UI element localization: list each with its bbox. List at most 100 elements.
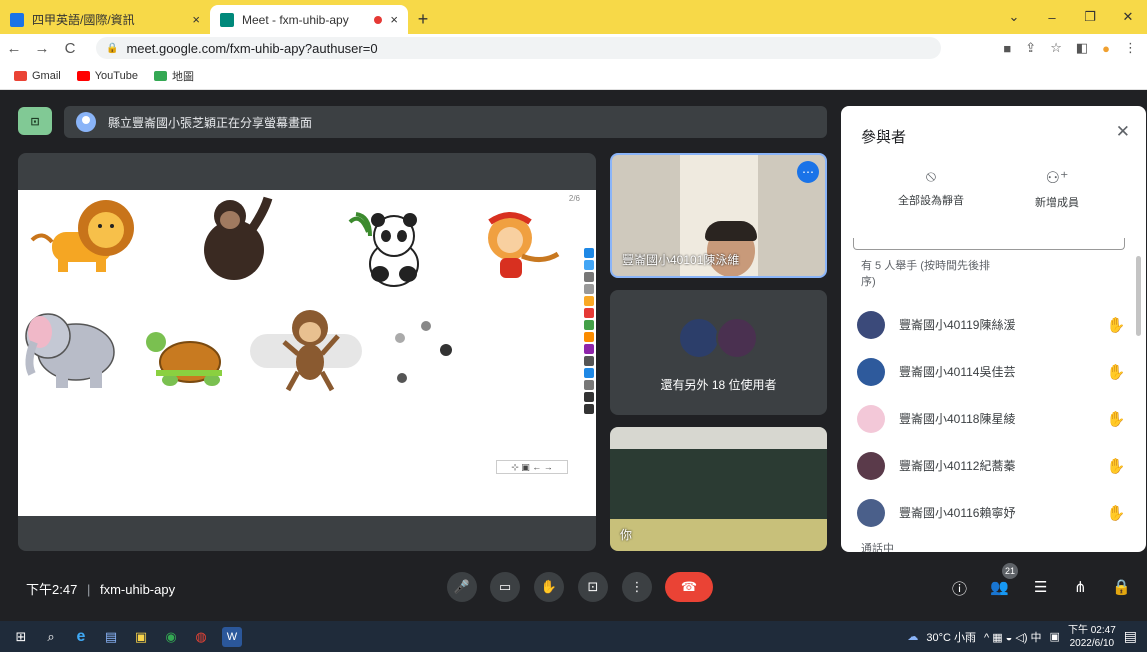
back-button[interactable]: ← [0,40,28,57]
list-item[interactable]: 豐崙國小40118陳星綾 ✋ [841,395,1136,442]
tool-icon[interactable] [584,380,594,390]
tool-icon[interactable] [584,404,594,414]
lower-hand-icon[interactable]: ✋ [1096,457,1136,475]
tool-icon[interactable] [584,284,594,294]
tool-icon[interactable] [584,356,594,366]
restore-button[interactable]: ❐ [1071,9,1109,25]
bookmark-maps[interactable]: 地圖 [153,68,194,84]
lower-hand-icon[interactable]: ✋ [1096,504,1136,522]
host-controls-icon[interactable]: 🔒 [1112,578,1131,596]
shared-slide: 2/6 ⊹ ▣ ← → [18,190,596,516]
browser-menu-icon[interactable]: ⋮ [1124,40,1137,56]
bookmark-gmail[interactable]: Gmail [14,70,61,82]
app-icon[interactable]: ▤ [96,621,126,652]
tab-close-icon[interactable]: × [390,12,398,27]
meeting-info-icon[interactable]: ⓘ [952,578,967,599]
people-icon[interactable]: 👥 [990,578,1009,596]
avatar [857,404,885,433]
camera-toggle-button[interactable]: ▭ [490,572,520,602]
meeting-code: fxm-uhib-apy [99,582,176,597]
profile-avatar-icon[interactable]: ● [1102,41,1110,56]
new-tab-button[interactable]: + [408,5,438,34]
tool-icon[interactable] [584,332,594,342]
participants-panel: 參與者 ✕ ⦸ 全部設為靜音 ⚇⁺ 新增成員 有 5 人舉手 (按時間先後排序)… [841,106,1146,552]
tool-icon[interactable] [584,272,594,282]
address-bar-actions: ■ ⇪ ☆ ◧ ● ⋮ [1003,34,1137,62]
tile-options-button[interactable]: ⋯ [797,161,819,183]
lower-hand-icon[interactable]: ✋ [1096,363,1136,381]
start-button-icon[interactable]: ⊞ [6,621,36,652]
browser-tab-meet[interactable]: Meet - fxm-uhib-apy × [210,5,408,34]
presenter-avatar [76,112,96,132]
lock-icon[interactable]: 🔒 [106,43,118,54]
lower-hand-icon[interactable]: ✋ [1096,410,1136,428]
participant-name: 豐崙國小40118陳星綾 [899,412,1016,426]
tool-icon[interactable] [584,344,594,354]
add-person-icon: ⚇⁺ [1045,170,1069,187]
self-view-tile[interactable]: 你 [610,427,827,551]
mute-all-button[interactable]: ⦸ 全部設為靜音 [871,168,991,208]
list-item[interactable]: 豐崙國小40112紀蕎蓁 ✋ [841,442,1136,489]
windows-tool-icon[interactable] [584,248,594,258]
participant-name: 豐崙國小40114吳佳芸 [899,365,1016,379]
raise-hand-button[interactable]: ✋ [534,572,564,602]
chat-icon[interactable]: ☰ [1034,578,1047,596]
notification-center-icon[interactable]: ▤ [1124,628,1137,645]
browser-tab-english[interactable]: 四甲英語/國際/資訊 × [0,5,210,34]
mic-toggle-button[interactable]: 🎤 [447,572,477,602]
list-item[interactable]: 豐崙國小40119陳絲湲 ✋ [841,301,1136,348]
weather-icon[interactable]: ☁ [907,630,918,643]
minimize-button[interactable]: – [1033,10,1071,25]
shared-screen-stage: 2/6 ⊹ ▣ ← → [18,153,596,551]
more-options-button[interactable]: ⋮ [622,572,652,602]
participant-tile-others[interactable]: 還有另外 18 位使用者 [610,290,827,415]
chrome-icon[interactable]: ◉ [156,621,186,652]
weather-text[interactable]: 30°C 小雨 [926,629,976,645]
tool-icon[interactable] [584,320,594,330]
word-icon[interactable]: W [222,626,242,647]
bookmark-label: YouTube [94,69,138,82]
bookmark-youtube[interactable]: YouTube [76,69,138,82]
participant-tile-main[interactable]: ⋯ 豐崙國小40101陳泳維 [610,153,827,278]
activities-icon[interactable]: ⋔ [1074,578,1087,596]
present-now-button[interactable]: ⊡ [578,572,608,602]
tab-search-icon[interactable]: ⌄ [995,9,1033,25]
window-controls: ⌄ – ❐ ✕ [995,0,1147,34]
tray-icons[interactable]: ^ ▦ ◒ ◁) 中 [984,629,1042,645]
lower-hand-icon[interactable]: ✋ [1096,316,1136,334]
input-method-icon[interactable]: ▣ [1050,630,1060,643]
side-panel-icon[interactable]: ◧ [1076,40,1088,56]
file-explorer-icon[interactable]: ▣ [126,621,156,652]
reload-button[interactable]: C [56,40,84,57]
presentation-icon[interactable]: ⊡ [18,107,52,135]
participant-search-input[interactable] [853,238,1125,250]
list-item[interactable]: 豐崙國小40114吳佳芸 ✋ [841,348,1136,395]
search-icon[interactable]: ⌕ [36,621,66,652]
panel-scrollbar[interactable] [1136,256,1141,336]
tool-icon[interactable] [584,392,594,402]
video-ceiling [610,427,827,449]
tool-icon[interactable] [584,308,594,318]
camera-in-use-icon[interactable]: ■ [1003,41,1011,56]
close-window-button[interactable]: ✕ [1109,9,1147,25]
leave-call-button[interactable]: ☎ [665,572,713,602]
tool-icon[interactable] [584,260,594,270]
close-panel-button[interactable]: ✕ [1116,122,1130,142]
forward-button[interactable]: → [28,40,56,57]
turtle-image [146,332,222,386]
tool-icon[interactable] [584,368,594,378]
slide-navigation-control[interactable]: ⊹ ▣ ← → [496,460,568,474]
list-item[interactable]: 豐崙國小40116賴寧妤 ✋ [841,489,1136,536]
taskbar-time: 下午 02:47 [1067,624,1116,636]
bookmark-star-icon[interactable]: ☆ [1050,40,1062,56]
folder-tool-icon[interactable] [584,296,594,306]
url-input[interactable]: 🔒 meet.google.com/fxm-uhib-apy?authuser=… [96,37,941,59]
chrome-profile-icon[interactable]: ◍ [186,621,216,652]
elephant-image [25,313,115,388]
raised-hands-list: 豐崙國小40119陳絲湲 ✋ 豐崙國小40114吳佳芸 ✋ 豐崙國小40118陳… [841,301,1136,536]
edge-icon[interactable]: e [66,621,96,652]
taskbar-clock[interactable]: 下午 02:47 2022/6/10 [1068,624,1116,650]
share-icon[interactable]: ⇪ [1025,40,1036,56]
tab-close-icon[interactable]: × [192,12,200,27]
add-people-button[interactable]: ⚇⁺ 新增成員 [997,168,1117,210]
